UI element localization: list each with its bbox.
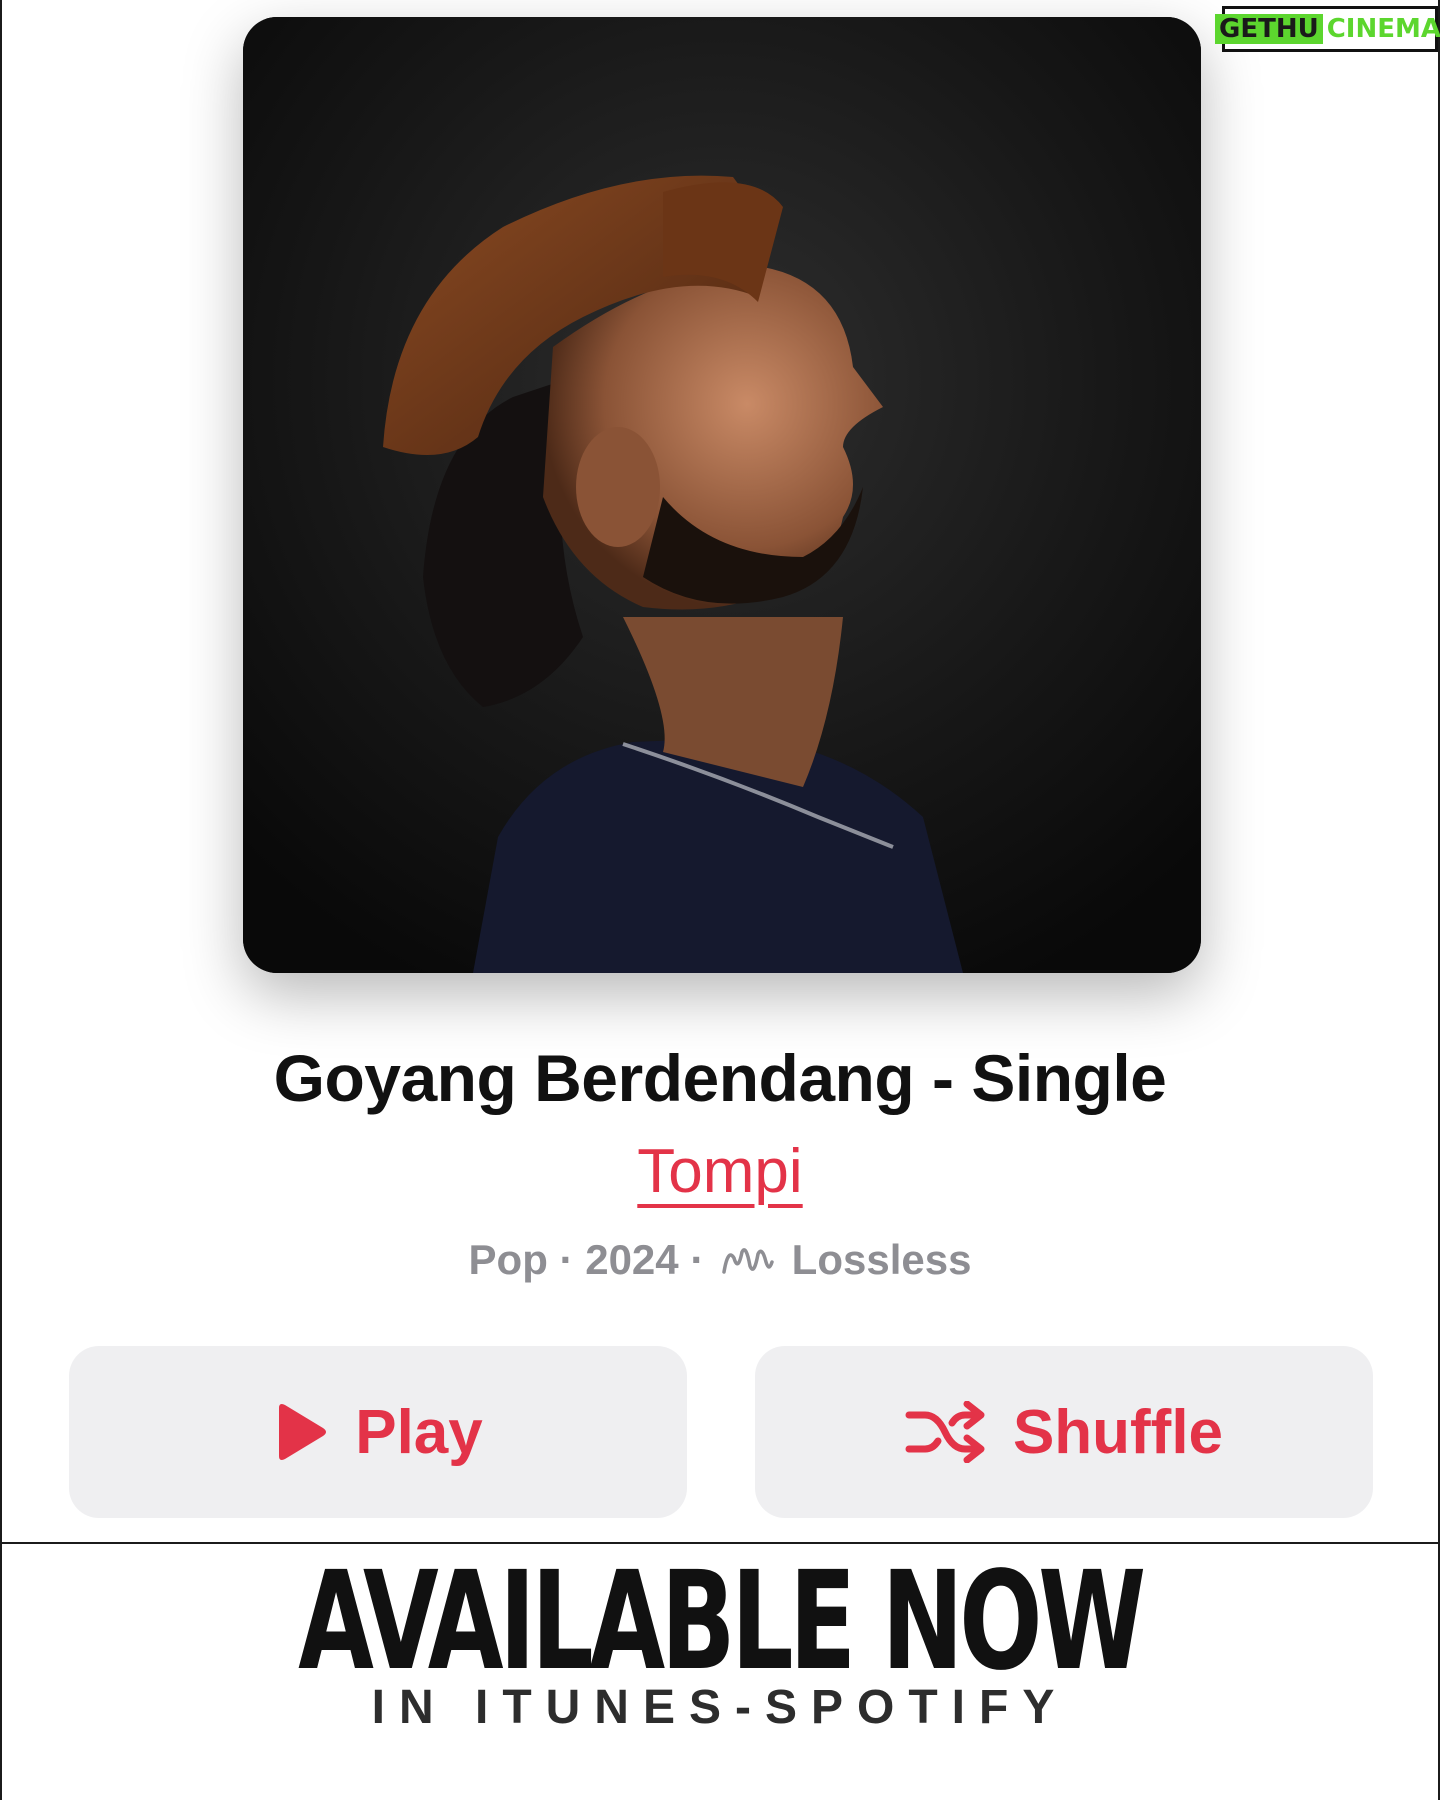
meta-separator: ·	[690, 1236, 705, 1283]
lossless-icon	[720, 1240, 776, 1288]
artist-link[interactable]: Tompi	[637, 1137, 802, 1206]
meta-separator: ·	[559, 1236, 574, 1283]
album-metadata: Pop · 2024 · Lossless	[2, 1236, 1438, 1288]
year-label: 2024	[585, 1236, 679, 1283]
watermark-part2: CINEMA	[1326, 14, 1440, 44]
shuffle-button[interactable]: Shuffle	[755, 1346, 1373, 1518]
shuffle-button-label: Shuffle	[1012, 1397, 1224, 1467]
artist-link-wrapper: Tompi	[2, 1136, 1438, 1207]
album-title: Goyang Berdendang - Single	[273, 1041, 1167, 1115]
play-button-label: Play	[355, 1397, 483, 1467]
album-card: Goyang Berdendang - Single Tompi Pop · 2…	[2, 0, 1438, 1544]
play-button[interactable]: Play	[69, 1346, 687, 1518]
promo-headline: AVAILABLE NOW	[298, 1543, 1146, 1701]
genre-label: Pop	[468, 1236, 548, 1283]
artwork-portrait-image	[243, 17, 1201, 973]
watermark-part1: GETHU	[1215, 14, 1323, 44]
album-artwork[interactable]	[243, 17, 1201, 973]
shuffle-icon	[905, 1401, 985, 1463]
watermark-logo: GETHU CINEMA	[1215, 6, 1440, 52]
play-icon	[273, 1402, 327, 1462]
quality-label: Lossless	[791, 1236, 972, 1283]
promo-subline: IN ITUNES-SPOTIFY	[371, 1681, 1069, 1734]
